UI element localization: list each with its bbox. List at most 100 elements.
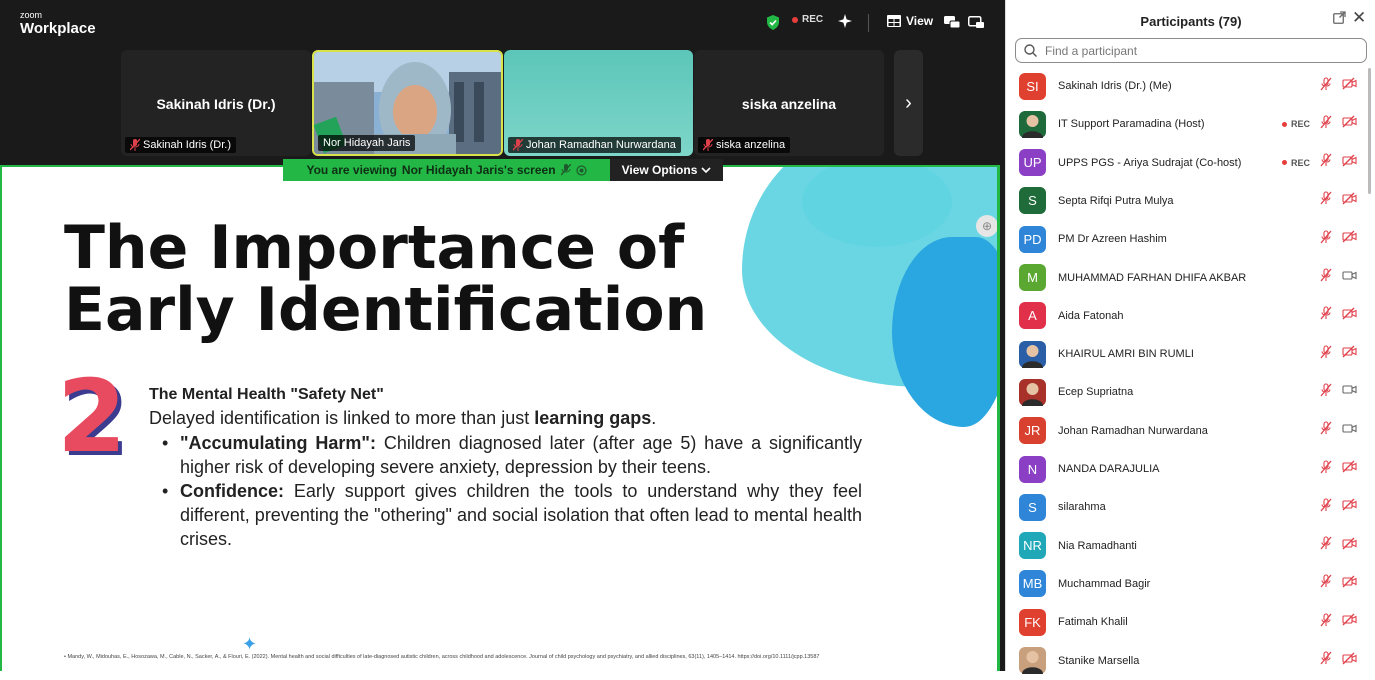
video-off-icon[interactable] [1342,575,1357,593]
recording-dot-icon [1282,160,1287,166]
point-lead: Delayed identification is linked to more… [149,408,656,429]
recording-label: REC [1291,119,1311,130]
video-off-icon[interactable] [1342,77,1357,95]
tile-label-text: Sakinah Idris (Dr.) [143,139,232,151]
video-off-icon[interactable] [1342,652,1357,670]
next-page-button[interactable]: › [894,50,923,156]
recording-label: REC [1291,157,1311,168]
muted-mic-icon[interactable] [1319,345,1333,364]
participant-name: Muchammad Bagir [1058,577,1151,590]
video-off-icon[interactable] [1342,192,1357,210]
video-camera-icon[interactable] [1342,422,1357,440]
muted-mic-icon[interactable] [1319,191,1333,210]
participant-row[interactable]: Stanike Marsella [1006,642,1368,680]
picture-in-picture-icon[interactable] [968,16,984,28]
video-off-icon[interactable] [1342,460,1357,478]
participant-row[interactable]: M MUHAMMAD FARHAN DHIFA AKBAR [1006,259,1368,297]
muted-mic-icon[interactable] [1319,459,1333,479]
participant-row[interactable]: NR Nia Ramadhanti [1006,527,1368,565]
video-camera-icon[interactable] [1342,383,1357,401]
participant-name: Septa Rifqi Putra Mulya [1058,194,1174,207]
participant-name: Fatimah Khalil [1058,616,1128,629]
close-icon[interactable]: ✕ [1352,8,1366,28]
participant-row[interactable]: FK Fatimah Khalil [1006,603,1368,641]
participant-row[interactable]: MB Muchammad Bagir [1006,565,1368,603]
muted-mic-icon[interactable] [1319,306,1333,325]
video-off-icon[interactable] [1342,345,1357,363]
muted-mic-icon[interactable] [1319,574,1333,593]
video-off-icon[interactable] [1342,154,1357,172]
video-off-icon[interactable] [1342,613,1357,631]
top-bar: zoom Workplace REC View [0,0,1005,46]
participant-row[interactable]: UP UPPS PGS - Ariya Sudrajat (Co-host) REC [1006,144,1368,182]
participant-row[interactable]: S Septa Rifqi Putra Mulya [1006,182,1368,220]
recording-badge: REC [1282,158,1310,168]
view-button[interactable]: View [887,14,933,28]
recording-label: REC [802,14,824,25]
video-off-icon[interactable] [1342,230,1357,248]
muted-mic-icon[interactable] [1319,421,1333,440]
participant-search[interactable] [1015,38,1367,63]
avatar: MB [1019,570,1046,598]
participant-name: KHAIRUL AMRI BIN RUMLI [1058,348,1194,361]
video-camera-icon[interactable] [1342,269,1357,287]
participant-name: silarahma [1058,501,1106,514]
participant-row[interactable]: N NANDA DARAJULIA [1006,450,1368,488]
presenter-name: Nor Hidayah Jaris's screen [401,163,556,177]
video-off-icon[interactable] [1342,537,1357,555]
slide-number: 2 [57,358,127,475]
recording-indicator[interactable]: REC [792,14,823,25]
muted-mic-icon[interactable] [1319,230,1333,249]
pop-out-icon[interactable] [1333,11,1346,27]
video-tile-nor-hidayah[interactable]: Nor Hidayah Jaris [312,50,503,156]
participant-name: MUHAMMAD FARHAN DHIFA AKBAR [1058,271,1247,284]
view-options-button[interactable]: View Options [610,159,723,181]
participant-name: Stanike Marsella [1058,654,1140,667]
participant-name: NANDA DARAJULIA [1058,463,1160,475]
decorative-blob [892,237,997,427]
shared-screen-side-icon[interactable]: ⊕ [976,215,997,237]
video-tile-siska[interactable]: siska anzelina siska anzelina [694,50,884,156]
avatar: JR [1019,417,1046,445]
grid-view-icon [887,15,901,27]
avatar: PD [1019,225,1046,253]
muted-mic-icon[interactable] [1319,153,1333,172]
video-tile-johan[interactable]: Johan Ramadhan Nurwardana [504,50,693,156]
muted-mic-icon[interactable] [1319,115,1333,134]
muted-mic-icon[interactable] [1319,383,1333,402]
participant-row[interactable]: PD PM Dr Azreen Hashim [1006,220,1368,258]
search-icon [1024,44,1037,57]
video-off-icon[interactable] [1342,498,1357,516]
participant-row[interactable]: IT Support Paramadina (Host) REC [1006,105,1368,143]
tile-label-text: Johan Ramadhan Nurwardana [526,139,676,151]
participant-row[interactable]: Ecep Supriatna [1006,373,1368,411]
video-tile-sakinah[interactable]: Sakinah Idris (Dr.) Sakinah Idris (Dr.) [121,50,311,156]
participant-row[interactable]: SI Sakinah Idris (Dr.) (Me) [1006,67,1368,105]
minimize-window-icon[interactable] [944,16,960,28]
tile-label-text: Nor Hidayah Jaris [323,137,411,149]
participant-row[interactable]: A Aida Fatonah [1006,297,1368,335]
participant-row[interactable]: Ssilarahma [1006,488,1368,526]
participant-scrollbar[interactable] [1368,68,1371,194]
avatar: NR [1019,532,1046,560]
muted-mic-icon[interactable] [1319,76,1333,96]
bullet-list: "Accumulating Harm": Children diagnosed … [162,431,862,551]
ai-companion-icon[interactable] [838,14,852,28]
recording-dot-icon [1282,121,1287,127]
security-shield-icon[interactable] [766,15,780,30]
lead-end: . [651,408,657,428]
muted-mic-icon[interactable] [1319,613,1333,632]
recording-dot-icon [792,16,798,23]
video-off-icon[interactable] [1342,115,1357,133]
muted-mic-icon[interactable] [1319,498,1333,517]
recording-badge: REC [1282,119,1310,129]
muted-mic-icon[interactable] [1319,536,1333,555]
participant-row[interactable]: KHAIRUL AMRI BIN RUMLI [1006,335,1368,373]
muted-mic-icon[interactable] [1319,651,1333,670]
avatar: FK [1019,608,1046,636]
search-input[interactable] [1045,43,1345,58]
video-off-icon[interactable] [1342,307,1357,325]
muted-mic-icon[interactable] [1319,268,1333,287]
avatar-photo [1019,378,1046,406]
participant-row[interactable]: JR Johan Ramadhan Nurwardana [1006,412,1368,450]
